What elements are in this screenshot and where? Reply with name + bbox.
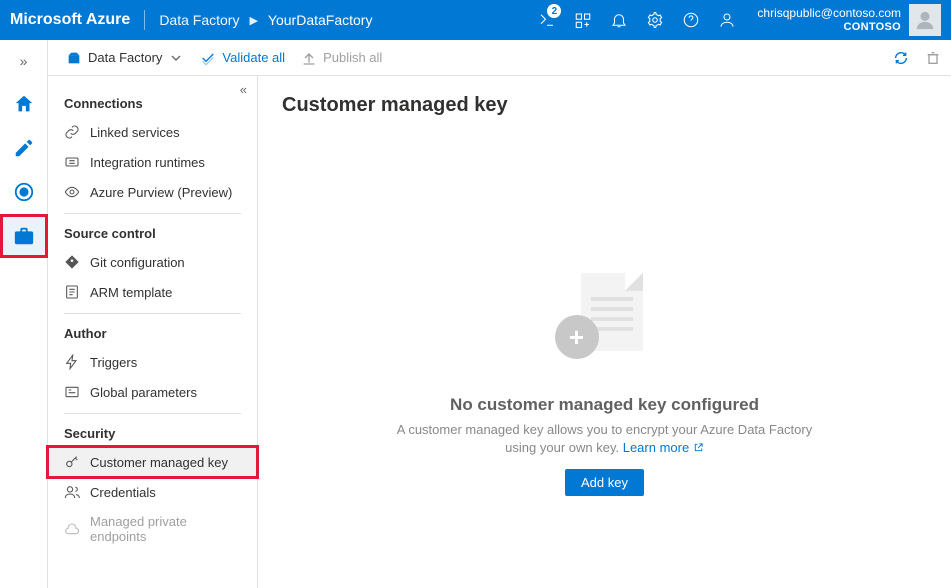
nav-integration-runtimes[interactable]: Integration runtimes [48, 147, 257, 177]
nav-arm-template[interactable]: ARM template [48, 277, 257, 307]
discard-button[interactable] [925, 50, 941, 66]
directory-filter-button[interactable] [565, 0, 601, 40]
chevron-right-icon: ▶ [249, 14, 257, 27]
publish-all-button[interactable]: Publish all [301, 50, 382, 66]
cloud-shell-button[interactable]: 2 [529, 0, 565, 40]
rail-expand-button[interactable]: » [20, 46, 28, 76]
left-rail: » [0, 40, 48, 588]
factory-toolbar: Data Factory Validate all Publish all [48, 40, 951, 76]
nav-azure-purview[interactable]: Azure Purview (Preview) [48, 177, 257, 207]
nav-credentials[interactable]: Credentials [48, 477, 257, 507]
group-security: Security [48, 416, 257, 447]
rail-manage-button[interactable] [0, 214, 48, 258]
panel-collapse-button[interactable]: « [240, 82, 247, 97]
factory-label: Data Factory [88, 50, 162, 65]
help-button[interactable] [673, 0, 709, 40]
rail-home-button[interactable] [0, 82, 48, 126]
main-pane: Customer managed key + No customer manag… [258, 76, 951, 588]
side-panel: « Connections Linked services Integratio… [48, 76, 258, 588]
page-title: Customer managed key [282, 94, 927, 117]
notif-badge: 2 [547, 4, 561, 18]
account-tenant: CONTOSO [757, 21, 901, 34]
account-email: chrisqpublic@contoso.com [757, 7, 901, 21]
rail-author-button[interactable] [0, 126, 48, 170]
empty-illustration: + [545, 267, 665, 377]
rail-monitor-button[interactable] [0, 170, 48, 214]
plus-icon: + [555, 315, 599, 359]
factory-dropdown[interactable]: Data Factory [66, 50, 184, 66]
avatar[interactable] [909, 4, 941, 36]
brand-divider [144, 10, 145, 30]
empty-description: A customer managed key allows you to enc… [395, 421, 815, 457]
brand: Microsoft Azure [10, 11, 144, 29]
settings-button[interactable] [637, 0, 673, 40]
validate-all-button[interactable]: Validate all [200, 50, 285, 66]
breadcrumb-service[interactable]: Data Factory [159, 12, 239, 28]
notifications-button[interactable] [601, 0, 637, 40]
nav-triggers[interactable]: Triggers [48, 347, 257, 377]
add-key-button[interactable]: Add key [565, 469, 644, 496]
refresh-button[interactable] [893, 50, 909, 66]
nav-linked-services[interactable]: Linked services [48, 117, 257, 147]
group-source-control: Source control [48, 216, 257, 247]
nav-global-params[interactable]: Global parameters [48, 377, 257, 407]
nav-managed-private-endpoints: Managed private endpoints [48, 507, 257, 551]
nav-customer-managed-key[interactable]: Customer managed key [48, 447, 257, 477]
group-connections: Connections [48, 86, 257, 117]
empty-state: + No customer managed key configured A c… [282, 267, 927, 496]
nav-git-config[interactable]: Git configuration [48, 247, 257, 277]
learn-more-link[interactable]: Learn more [623, 440, 704, 455]
top-bar: Microsoft Azure Data Factory ▶ YourDataF… [0, 0, 951, 40]
feedback-button[interactable] [709, 0, 745, 40]
empty-heading: No customer managed key configured [450, 395, 759, 415]
account-block[interactable]: chrisqpublic@contoso.com CONTOSO [757, 7, 901, 33]
breadcrumb-resource[interactable]: YourDataFactory [268, 12, 373, 28]
group-author: Author [48, 316, 257, 347]
chevron-down-icon [168, 50, 184, 66]
